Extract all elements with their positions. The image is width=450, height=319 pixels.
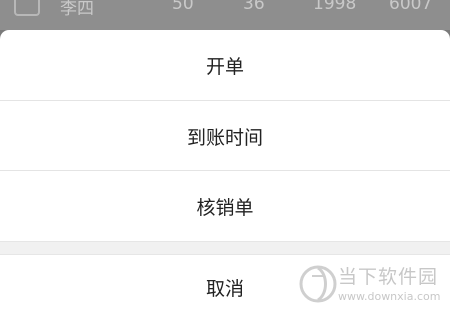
action-writeoff-order[interactable]: 核销单 bbox=[0, 171, 450, 241]
row-value: 1998 bbox=[313, 0, 357, 14]
watermark: 当下软件园 www.downxia.com bbox=[298, 262, 443, 312]
avatar-icon bbox=[14, 0, 40, 16]
watermark-url: www.downxia.com bbox=[338, 290, 441, 303]
watermark-logo-icon bbox=[299, 265, 337, 303]
row-value: 6007 bbox=[389, 0, 433, 14]
section-gap bbox=[0, 241, 450, 255]
row-value: 36 bbox=[243, 0, 265, 14]
row-name: 李四 bbox=[60, 0, 94, 19]
row-value: 50 bbox=[172, 0, 194, 14]
background-list-row: 李四 50 36 1998 6007 bbox=[0, 0, 450, 30]
action-open-order[interactable]: 开单 bbox=[0, 30, 450, 100]
action-arrival-time[interactable]: 到账时间 bbox=[0, 101, 450, 171]
watermark-title: 当下软件园 bbox=[338, 266, 439, 288]
